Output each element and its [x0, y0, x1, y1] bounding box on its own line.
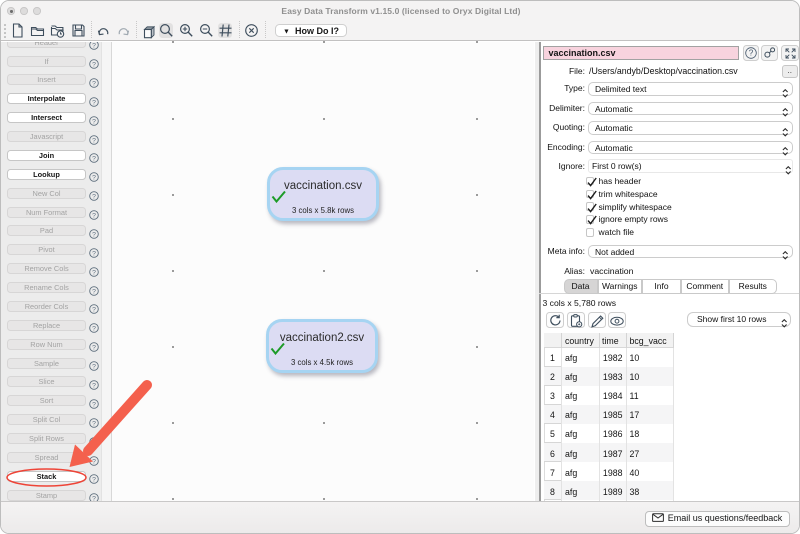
svg-text:?: ?: [92, 439, 96, 446]
svg-text:?: ?: [92, 80, 96, 87]
svg-text:?: ?: [92, 118, 96, 125]
svg-text:?: ?: [92, 156, 96, 163]
svg-text:?: ?: [92, 43, 96, 50]
svg-text:?: ?: [92, 363, 96, 370]
svg-text:?: ?: [92, 345, 96, 352]
svg-text:?: ?: [92, 401, 96, 408]
svg-text:?: ?: [92, 288, 96, 295]
svg-text:?: ?: [92, 137, 96, 144]
svg-text:?: ?: [92, 250, 96, 257]
svg-text:?: ?: [92, 269, 96, 276]
svg-text:?: ?: [92, 382, 96, 389]
svg-text:?: ?: [92, 61, 96, 68]
svg-text:?: ?: [92, 231, 96, 238]
svg-text:?: ?: [92, 212, 96, 219]
svg-text:?: ?: [92, 307, 96, 314]
svg-text:?: ?: [749, 48, 754, 57]
svg-text:?: ?: [92, 420, 96, 427]
svg-text:?: ?: [92, 477, 96, 484]
svg-text:?: ?: [92, 496, 96, 501]
svg-text:?: ?: [92, 99, 96, 106]
svg-text:?: ?: [92, 458, 96, 465]
svg-text:?: ?: [92, 326, 96, 333]
svg-text:?: ?: [92, 175, 96, 182]
svg-text:?: ?: [92, 193, 96, 200]
